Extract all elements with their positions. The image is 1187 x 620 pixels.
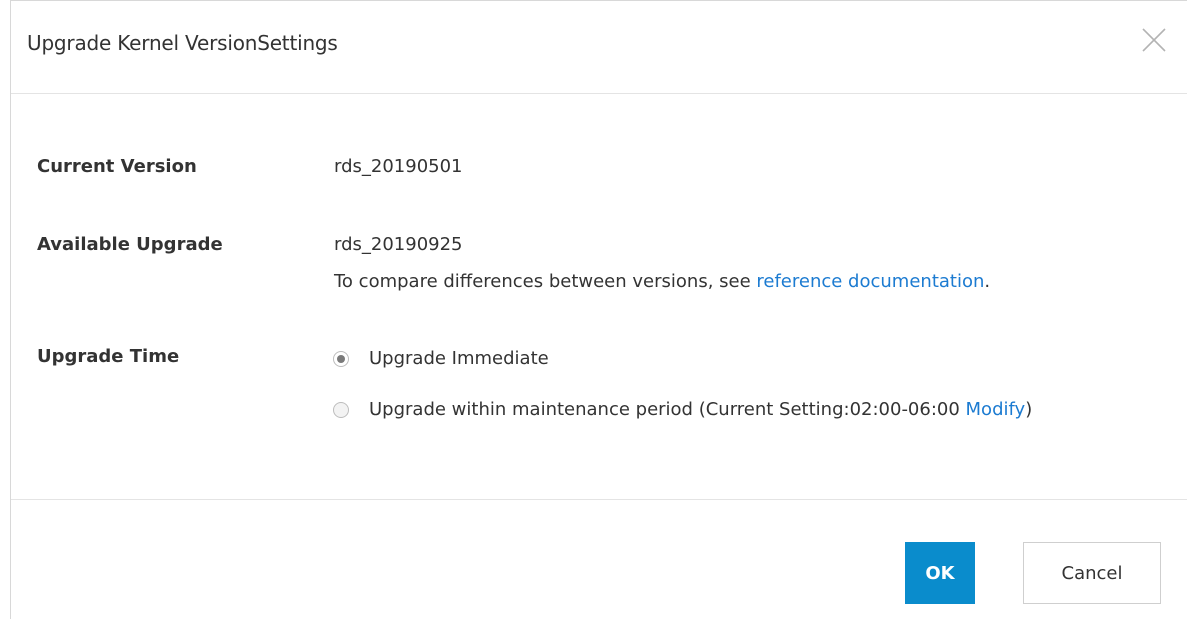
- close-button[interactable]: [1141, 27, 1167, 53]
- radio-upgrade-maintenance[interactable]: Upgrade within maintenance period (Curre…: [333, 399, 1032, 420]
- maintenance-close-paren: ): [1025, 399, 1033, 420]
- available-upgrade-label: Available Upgrade: [37, 234, 223, 255]
- maintenance-text: Upgrade within maintenance period (Curre…: [369, 399, 966, 420]
- compare-note: To compare differences between versions,…: [334, 271, 990, 292]
- upgrade-time-label: Upgrade Time: [37, 346, 180, 367]
- compare-note-text: To compare differences between versions,…: [334, 271, 757, 292]
- radio-dot: [337, 354, 345, 363]
- current-version-value: rds_20190501: [334, 156, 463, 177]
- close-icon: [1142, 28, 1166, 52]
- radio-upgrade-immediate[interactable]: Upgrade Immediate: [333, 348, 549, 369]
- upgrade-kernel-dialog: Upgrade Kernel VersionSettings Current V…: [10, 0, 1187, 619]
- compare-note-period: .: [984, 271, 991, 292]
- radio-button-unchecked[interactable]: [333, 401, 349, 418]
- available-upgrade-value: rds_20190925: [334, 234, 463, 255]
- current-version-label: Current Version: [37, 156, 197, 177]
- dialog-body: Current Version rds_20190501 Available U…: [11, 94, 1187, 499]
- modify-link[interactable]: Modify: [966, 399, 1026, 420]
- ok-button[interactable]: OK: [905, 542, 975, 604]
- radio-upgrade-maintenance-label: Upgrade within maintenance period (Curre…: [369, 399, 1032, 420]
- dialog-header: Upgrade Kernel VersionSettings: [11, 1, 1187, 94]
- dialog-title: Upgrade Kernel VersionSettings: [27, 31, 338, 55]
- radio-button-checked[interactable]: [333, 350, 349, 367]
- reference-documentation-link[interactable]: reference documentation: [756, 271, 984, 292]
- dialog-footer: OK Cancel: [11, 499, 1187, 620]
- radio-upgrade-immediate-label: Upgrade Immediate: [369, 348, 549, 369]
- cancel-button[interactable]: Cancel: [1023, 542, 1161, 604]
